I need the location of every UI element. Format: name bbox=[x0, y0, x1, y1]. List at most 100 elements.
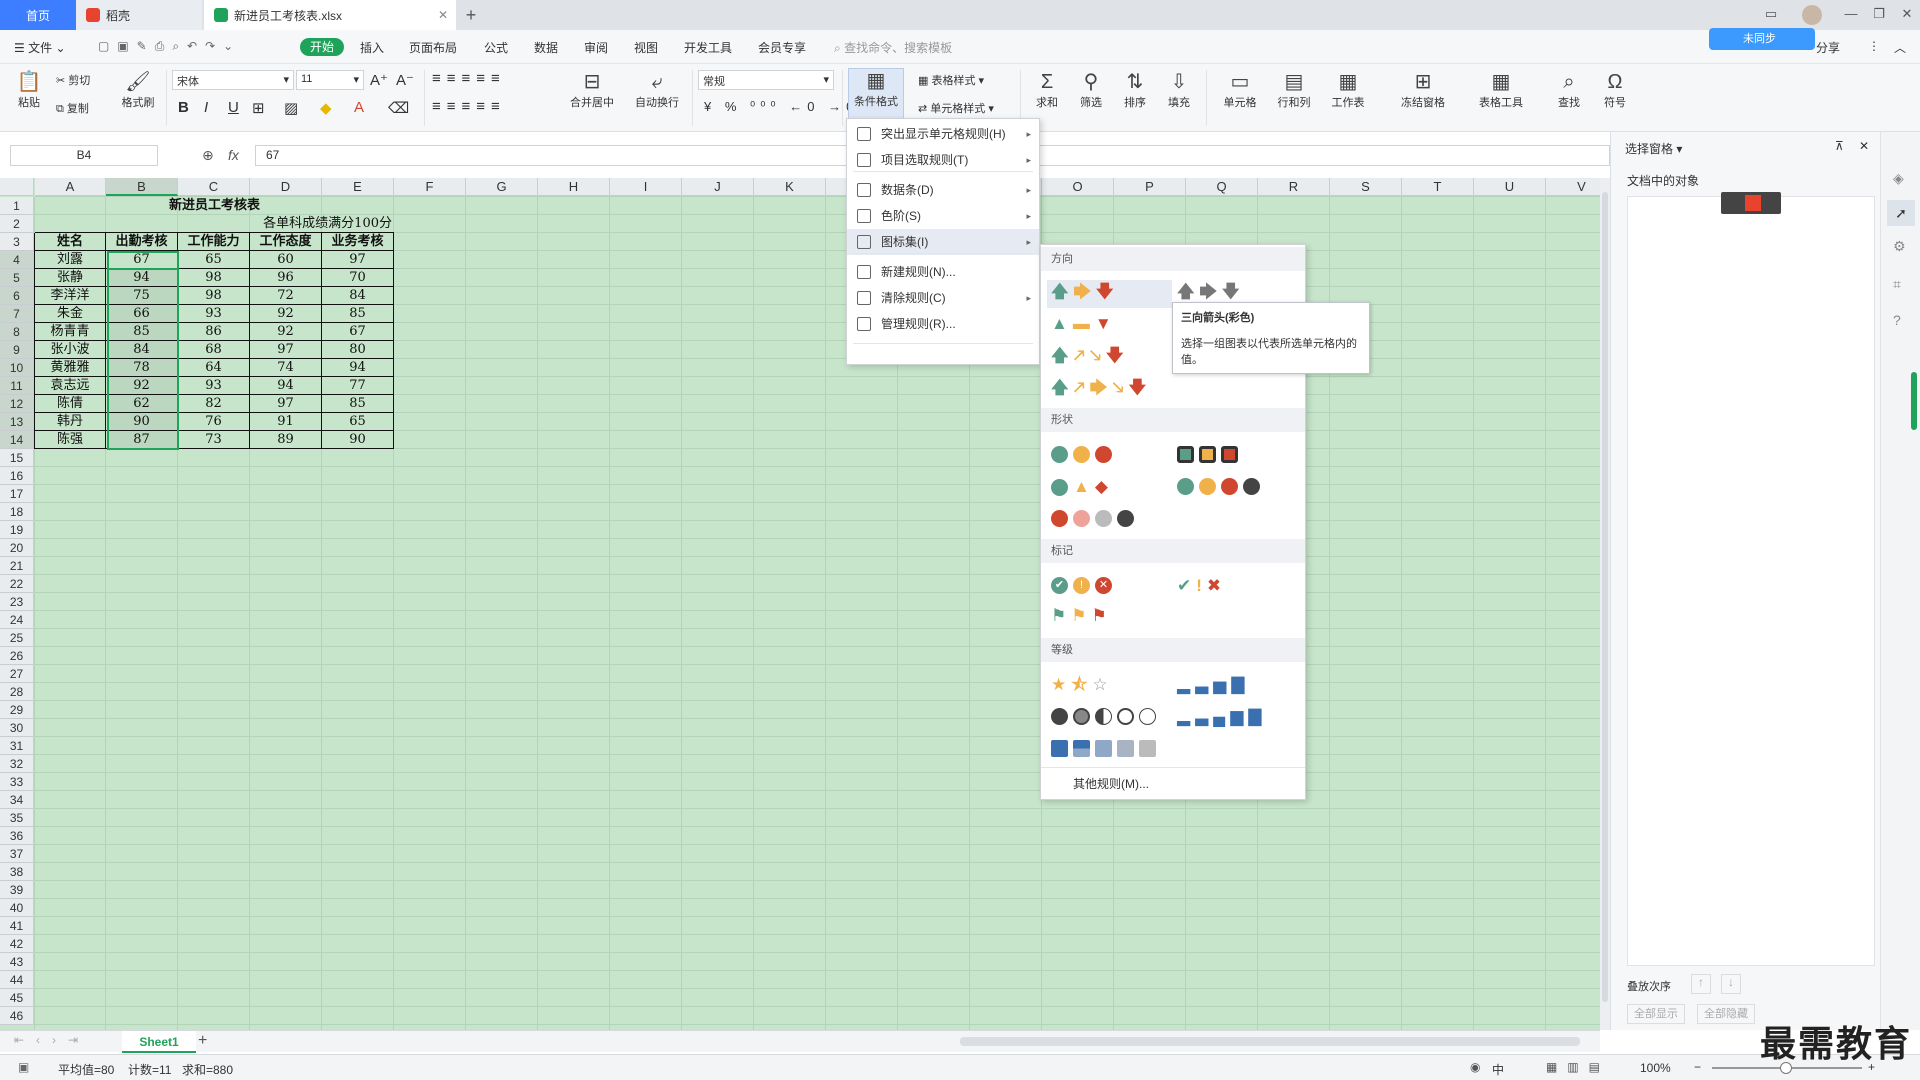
table-header-cell[interactable]: 出勤考核 bbox=[106, 233, 177, 251]
cf-item-data-bars[interactable]: 数据条(D) ▸ bbox=[847, 177, 1039, 203]
score-cell[interactable]: 98 bbox=[178, 287, 249, 305]
sum-button[interactable]: Σ 求和 bbox=[1030, 70, 1064, 110]
name-cell[interactable]: 朱金 bbox=[35, 305, 105, 323]
score-cell[interactable]: 86 bbox=[178, 323, 249, 341]
selection-pane-title[interactable]: 选择窗格 ▾ bbox=[1625, 140, 1682, 157]
pane-slider[interactable] bbox=[1911, 372, 1917, 430]
name-cell[interactable]: 韩丹 bbox=[35, 413, 105, 431]
tab-developer[interactable]: 开发工具 bbox=[684, 39, 732, 56]
table-header-cell[interactable]: 工作态度 bbox=[250, 233, 321, 251]
score-cell[interactable]: 90 bbox=[106, 413, 177, 431]
name-cell[interactable]: 杨青青 bbox=[35, 323, 105, 341]
name-cell[interactable]: 陈强 bbox=[35, 431, 105, 449]
cf-item-color-scales[interactable]: 色阶(S) ▸ bbox=[847, 203, 1039, 229]
score-cell[interactable]: 84 bbox=[322, 287, 393, 305]
score-cell[interactable]: 93 bbox=[178, 377, 249, 395]
iconset-5-arrows-color[interactable]: 🡅 🡕 🡆 🡖 🡇 bbox=[1051, 379, 1146, 397]
score-cell[interactable]: 64 bbox=[178, 359, 249, 377]
quick-access-toolbar[interactable]: ▢▣✎⎙⌕↶↷⌄ bbox=[98, 39, 241, 54]
score-cell[interactable]: 85 bbox=[322, 395, 393, 413]
file-menu[interactable]: ☰ 文件 ⌄ bbox=[14, 39, 66, 56]
score-cell[interactable]: 97 bbox=[250, 341, 321, 359]
send-backward-icon[interactable]: ↓ bbox=[1721, 974, 1741, 994]
input-lang[interactable]: 中 bbox=[1492, 1061, 1504, 1078]
score-cell[interactable]: 94 bbox=[250, 377, 321, 395]
tab-review[interactable]: 审阅 bbox=[584, 39, 608, 56]
vertical-align-icons[interactable]: ≡≡≡≡≡ bbox=[432, 70, 506, 87]
sheet-title[interactable]: 新进员工考核表 bbox=[35, 197, 394, 215]
cell-button[interactable]: ▭ 单元格 bbox=[1218, 70, 1262, 110]
cf-item-icon-sets[interactable]: 图标集(I) ▸ bbox=[847, 229, 1039, 255]
objects-list[interactable] bbox=[1627, 196, 1875, 966]
score-cell[interactable]: 97 bbox=[250, 395, 321, 413]
cut-button[interactable]: ✂ 剪切 bbox=[56, 72, 90, 88]
avatar[interactable] bbox=[1802, 5, 1822, 25]
merge-center-button[interactable]: ⊟ 合并居中 bbox=[564, 70, 620, 110]
cf-item-highlight-cells-rules[interactable]: 突出显示单元格规则(H) ▸ bbox=[847, 121, 1039, 147]
table-header-cell[interactable]: 姓名 bbox=[35, 233, 105, 251]
iconset-3-flags[interactable]: ⚑ ⚑ ⚑ bbox=[1051, 607, 1107, 625]
tab-start[interactable]: 开始 bbox=[300, 38, 344, 56]
minimize-icon[interactable]: — bbox=[1842, 6, 1860, 24]
cf-item-clear-rules[interactable]: 清除规则(C) ▸ bbox=[847, 285, 1039, 311]
iconset-3-triangles[interactable]: ▲ ▬ ▼ bbox=[1051, 315, 1112, 333]
macro-icon[interactable]: ▣ bbox=[18, 1060, 29, 1074]
score-cell[interactable]: 67 bbox=[322, 323, 393, 341]
cf-item-new-rule[interactable]: 新建规则(N)... bbox=[847, 259, 1039, 285]
score-cell[interactable]: 67 bbox=[106, 251, 177, 269]
score-cell[interactable]: 85 bbox=[106, 323, 177, 341]
score-cell[interactable]: 93 bbox=[178, 305, 249, 323]
sheet-subtitle[interactable]: 各单科成绩满分100分 bbox=[200, 215, 394, 233]
iconset-3-symbols-circled[interactable]: ✔! ✕ bbox=[1051, 577, 1112, 594]
score-cell[interactable]: 80 bbox=[322, 341, 393, 359]
close-pane-icon[interactable]: ✕ bbox=[1859, 139, 1869, 153]
score-cell[interactable]: 85 bbox=[322, 305, 393, 323]
highlight-icon[interactable]: ◆ bbox=[320, 99, 332, 117]
collapse-ribbon-icon[interactable]: ︿ bbox=[1894, 39, 1906, 56]
cell-style-button[interactable]: ⇄ 单元格样式 ▾ bbox=[918, 100, 994, 116]
tab-insert[interactable]: 插入 bbox=[360, 39, 384, 56]
font-name-select[interactable]: 宋体 ▾ bbox=[172, 70, 294, 90]
find-button[interactable]: ⌕ 查找 bbox=[1552, 70, 1586, 110]
eye-protect-icon[interactable]: ◉ bbox=[1470, 1060, 1480, 1074]
more-icon[interactable]: ⋮ bbox=[1868, 39, 1880, 53]
iconset-3-stars[interactable]: ★ ⯪ ☆ bbox=[1051, 676, 1108, 694]
score-cell[interactable]: 66 bbox=[106, 305, 177, 323]
view-mode-icons[interactable]: ▦▥▤ bbox=[1546, 1060, 1610, 1074]
tab-formula[interactable]: 公式 bbox=[484, 39, 508, 56]
score-cell[interactable]: 96 bbox=[250, 269, 321, 287]
tab-data[interactable]: 数据 bbox=[534, 39, 558, 56]
font-color-icon[interactable]: A bbox=[354, 99, 364, 116]
iconset-3-traffic-lights[interactable] bbox=[1051, 446, 1112, 463]
iconset-4-ratings[interactable]: ▂ ▃ ▅ ▇ bbox=[1177, 676, 1244, 694]
freeze-panes-button[interactable]: ⊞ 冻结窗格 bbox=[1394, 70, 1452, 110]
tab-home[interactable]: 首页 bbox=[0, 0, 76, 30]
underline-icon[interactable]: U bbox=[228, 99, 239, 116]
score-cell[interactable]: 94 bbox=[106, 269, 177, 287]
number-format-select[interactable]: 常规 ▾ bbox=[698, 70, 834, 90]
table-tools-button[interactable]: ▦ 表格工具 bbox=[1472, 70, 1530, 110]
iconset-3-symbols[interactable]: ✔! ✖ bbox=[1177, 577, 1221, 595]
iconset-red-to-black[interactable] bbox=[1051, 510, 1134, 527]
cell-fill-icon[interactable]: ▨ bbox=[284, 99, 298, 117]
new-tab-button[interactable]: + bbox=[456, 0, 486, 30]
name-cell[interactable]: 张小波 bbox=[35, 341, 105, 359]
fill-button[interactable]: ⇩ 填充 bbox=[1162, 70, 1196, 110]
name-cell[interactable]: 张静 bbox=[35, 269, 105, 287]
symbol-button[interactable]: Ω 符号 bbox=[1598, 70, 1632, 110]
score-cell[interactable]: 92 bbox=[250, 305, 321, 323]
name-box[interactable]: B4 bbox=[10, 145, 158, 166]
close-window-icon[interactable]: ✕ bbox=[1898, 6, 1916, 24]
italic-icon[interactable]: I bbox=[204, 99, 208, 116]
bring-forward-icon[interactable]: ↑ bbox=[1691, 974, 1711, 994]
horizontal-align-icons[interactable]: ≡≡≡≡≡ bbox=[432, 98, 506, 115]
score-cell[interactable]: 97 bbox=[322, 251, 393, 269]
iconset-3-signs[interactable]: ▲ ◆ bbox=[1051, 478, 1108, 496]
properties-icon[interactable]: ⚙ bbox=[1893, 238, 1906, 255]
score-cell[interactable]: 84 bbox=[106, 341, 177, 359]
fx-icon[interactable]: fx bbox=[228, 147, 239, 163]
iconset-3-arrows-color[interactable]: 🡅 🡆 🡇 bbox=[1051, 283, 1114, 301]
cf-item-top-bottom-rules[interactable]: 项目选取规则(T) ▸ bbox=[847, 147, 1039, 173]
cf-item-manage-rules[interactable]: 管理规则(R)... bbox=[847, 311, 1039, 337]
sheet-tab-sheet1[interactable]: Sheet1 bbox=[122, 1031, 196, 1053]
